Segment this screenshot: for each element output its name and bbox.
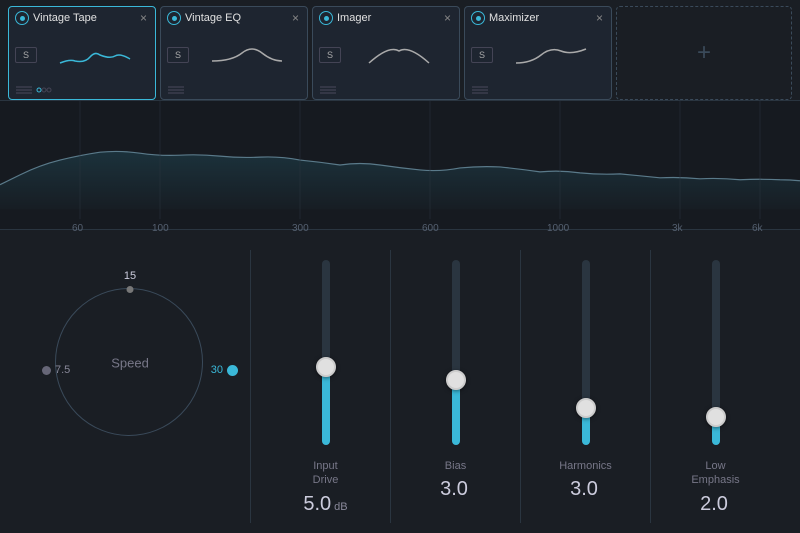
knob-value-left: 7.5: [55, 364, 70, 376]
plugin-footer: [15, 83, 149, 95]
power-button[interactable]: [167, 11, 181, 25]
fader-value-input-drive: 5.0: [303, 493, 331, 516]
power-button[interactable]: [15, 11, 29, 25]
knob-dot-left: [42, 366, 51, 375]
plugin-slot-imager[interactable]: Imager × S: [312, 6, 460, 100]
s-icon[interactable]: S: [471, 47, 493, 63]
plugin-name: Vintage EQ: [185, 12, 286, 24]
plugin-viz: [41, 41, 149, 69]
fader-label-harmonics: Harmonics: [559, 459, 612, 473]
plugin-strip: Vintage Tape × S Vintage EQ × S: [0, 0, 800, 100]
fader-harmonics: Harmonics 3.0: [521, 250, 651, 523]
fader-fill-input-drive: [322, 367, 330, 445]
plugin-controls: S: [319, 29, 453, 81]
fader-bias: Bias 3.0: [391, 250, 521, 523]
knob-section: 15 Speed 7.5 30: [20, 250, 240, 523]
close-button[interactable]: ×: [290, 11, 301, 25]
knob-dot-right: [227, 365, 238, 376]
plugin-controls: S: [471, 29, 605, 81]
speed-knob-container[interactable]: 15 Speed 7.5 30: [50, 270, 210, 450]
fader-value-harmonics: 3.0: [570, 478, 598, 501]
plugin-footer: [319, 83, 453, 95]
plugin-viz: [345, 41, 453, 69]
s-icon[interactable]: S: [167, 47, 189, 63]
fader-handle-harmonics[interactable]: [576, 398, 596, 418]
plugin-viz: [497, 41, 605, 69]
knob-right-marker: 30: [211, 364, 238, 376]
plugin-header: Maximizer ×: [471, 11, 605, 25]
add-icon: +: [697, 39, 711, 67]
fader-input-drive: InputDrive 5.0 dB: [261, 250, 391, 523]
close-button[interactable]: ×: [594, 11, 605, 25]
fader-track-harmonics[interactable]: [582, 260, 590, 445]
fader-value-bias: 3.0: [440, 478, 468, 501]
fader-handle-bias[interactable]: [446, 370, 466, 390]
fader-value-low-emphasis: 2.0: [700, 493, 728, 516]
plugin-slot-vintage-tape[interactable]: Vintage Tape × S: [8, 6, 156, 100]
main-controls: 15 Speed 7.5 30 Inp: [0, 230, 800, 533]
fader-label-low-emphasis: LowEmphasis: [691, 459, 739, 488]
plugin-slot-vintage-eq[interactable]: Vintage EQ × S: [160, 6, 308, 100]
spectrum-analyzer: 60 100 300 600 1000 3k 6k: [0, 100, 800, 230]
fader-label-bias: Bias: [445, 459, 466, 473]
plugin-header: Vintage EQ ×: [167, 11, 301, 25]
plugin-name: Vintage Tape: [33, 12, 134, 24]
plugin-header: Vintage Tape ×: [15, 11, 149, 25]
knob-center-label: Speed: [111, 356, 149, 371]
fader-handle-low-emphasis[interactable]: [706, 407, 726, 427]
close-button[interactable]: ×: [442, 11, 453, 25]
fader-track-bias[interactable]: [452, 260, 460, 445]
fader-low-emphasis: LowEmphasis 2.0: [651, 250, 780, 523]
power-button[interactable]: [319, 11, 333, 25]
knob-value-top: 15: [124, 270, 136, 282]
plugin-viz: [193, 41, 301, 69]
power-button[interactable]: [471, 11, 485, 25]
fader-track-input-drive[interactable]: [322, 260, 330, 445]
plugin-header: Imager ×: [319, 11, 453, 25]
fader-unit-input-drive: dB: [334, 501, 347, 513]
s-icon[interactable]: S: [15, 47, 37, 63]
plugin-controls: S: [15, 29, 149, 81]
plugin-controls: S: [167, 29, 301, 81]
faders-section: InputDrive 5.0 dB Bias 3.0 Harm: [250, 250, 780, 523]
plugin-footer: [471, 83, 605, 95]
plugin-name: Imager: [337, 12, 438, 24]
knob-left-marker: 7.5: [42, 364, 70, 376]
spectrum-svg: [0, 101, 800, 229]
knob-indicator-dot: [127, 286, 134, 293]
plugin-footer: [167, 83, 301, 95]
plugin-name: Maximizer: [489, 12, 590, 24]
s-icon[interactable]: S: [319, 47, 341, 63]
fader-handle-input-drive[interactable]: [316, 357, 336, 377]
fader-label-input-drive: InputDrive: [313, 459, 339, 488]
knob-value-right: 30: [211, 364, 223, 376]
add-plugin-button[interactable]: +: [616, 6, 792, 100]
plugin-slot-maximizer[interactable]: Maximizer × S: [464, 6, 612, 100]
fader-track-low-emphasis[interactable]: [712, 260, 720, 445]
close-button[interactable]: ×: [138, 11, 149, 25]
